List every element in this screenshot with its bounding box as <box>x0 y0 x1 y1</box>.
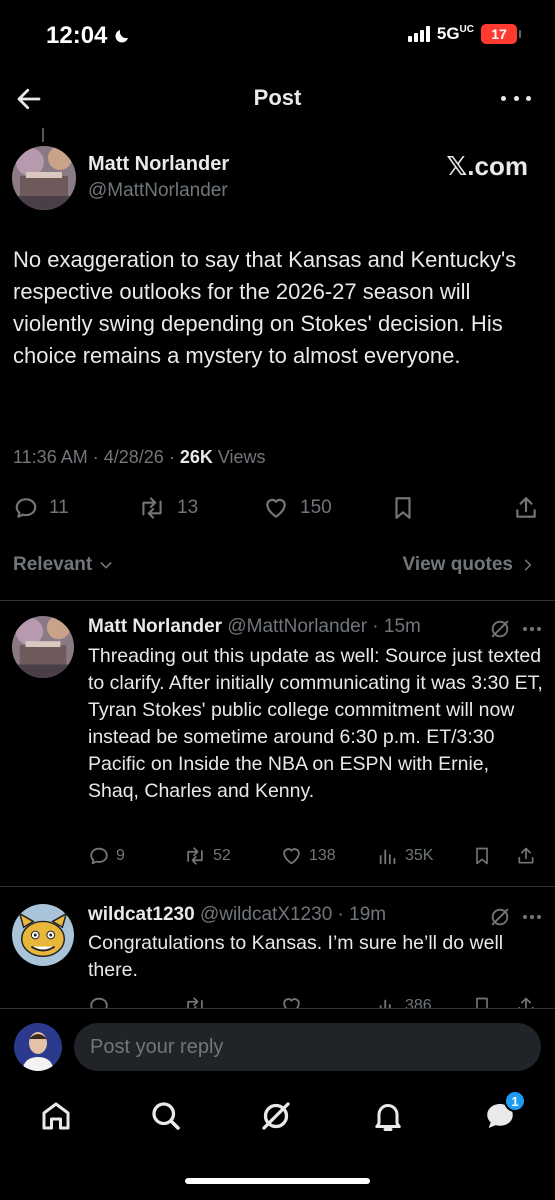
analytics-icon <box>379 849 396 865</box>
view-count: 26K <box>179 447 213 467</box>
repost-button[interactable]: 52 <box>183 845 231 867</box>
like-button[interactable]: 150 <box>262 495 332 521</box>
grok-icon <box>262 1102 290 1130</box>
author-name[interactable]: Matt Norlander <box>88 153 229 176</box>
battery-level: 17 <box>491 26 507 42</box>
battery-icon: 17 <box>481 24 521 44</box>
bookmark-button[interactable] <box>472 845 492 867</box>
bookmark-button[interactable] <box>390 494 416 522</box>
nav-grok[interactable] <box>258 1098 294 1134</box>
reply-icon <box>15 498 37 518</box>
nav-home[interactable] <box>38 1098 74 1134</box>
share-button[interactable] <box>513 494 539 522</box>
views-button[interactable]: 35K <box>377 845 433 867</box>
divider <box>0 600 555 601</box>
reply-input[interactable] <box>74 1023 541 1071</box>
avatar-image <box>12 146 76 210</box>
status-indicators: 5GUC 17 <box>407 24 521 44</box>
post-time[interactable]: 11:36 AM <box>13 447 88 467</box>
avatar-image <box>14 1023 62 1071</box>
repost-button[interactable]: 13 <box>137 495 198 521</box>
reply-more-button[interactable] <box>523 915 541 919</box>
source-label: 𝕏.com <box>446 151 528 181</box>
reply-actions: 9 52 138 35K <box>0 843 555 869</box>
reply-header-icons <box>489 618 541 640</box>
wildcat-avatar-image <box>12 904 74 966</box>
signal-icon <box>407 26 430 42</box>
bookmark-icon <box>395 497 411 519</box>
like-button[interactable]: 138 <box>280 845 336 867</box>
view-quotes-label: View quotes <box>402 554 513 575</box>
nav-search[interactable] <box>148 1098 184 1134</box>
reply-button[interactable]: 11 <box>13 495 69 521</box>
reply-button[interactable]: 9 <box>88 845 125 867</box>
bell-icon <box>375 1104 401 1131</box>
status-bar: 12:04 5GUC 17 <box>0 0 555 72</box>
reply-author-name[interactable]: wildcat1230 <box>88 904 195 925</box>
share-button[interactable] <box>516 845 536 867</box>
repost-icon <box>187 847 203 865</box>
home-icon <box>42 1102 70 1130</box>
reply-age: 15m <box>383 616 421 637</box>
moon-icon <box>115 30 129 43</box>
reply-count: 11 <box>49 497 69 518</box>
grok-icon[interactable] <box>489 906 511 928</box>
view-quotes-link[interactable]: View quotes <box>402 554 535 576</box>
divider <box>0 886 555 887</box>
post-actions: 11 13 150 <box>0 492 555 524</box>
reply-text: Threading out this update as well: Sourc… <box>88 645 543 802</box>
heart-icon <box>266 498 286 518</box>
reply-author-avatar[interactable] <box>12 904 74 966</box>
network-label: 5GUC <box>436 24 474 43</box>
like-count: 138 <box>309 847 336 864</box>
like-count: 150 <box>300 497 332 518</box>
reply-composer <box>0 1008 555 1088</box>
reply-author-handle[interactable]: @MattNorlander <box>227 616 367 637</box>
reply-count: 9 <box>116 847 125 864</box>
reply-age: 19m <box>349 904 387 925</box>
repost-count: 13 <box>177 497 199 518</box>
sort-label: Relevant <box>13 554 93 575</box>
status-time: 12:04 <box>46 22 131 50</box>
post-date[interactable]: 4/28/26 <box>104 447 164 467</box>
grok-icon[interactable] <box>489 618 511 640</box>
reply-author-avatar[interactable] <box>12 616 74 678</box>
clock-text: 12:04 <box>46 22 108 49</box>
reply-header: Matt Norlander @MattNorlander · 15m <box>88 616 421 637</box>
reply-author-name[interactable]: Matt Norlander <box>88 616 222 637</box>
sort-dropdown[interactable]: Relevant <box>13 554 114 576</box>
nav-notifications[interactable] <box>370 1098 406 1134</box>
reply-more-button[interactable] <box>523 627 541 631</box>
repost-icon <box>142 497 162 519</box>
reply-text: Congratulations to Kansas. I’m sure he’l… <box>88 932 504 981</box>
bottom-nav: 1 <box>0 1088 555 1148</box>
thread-line <box>42 128 44 142</box>
nav-messages[interactable]: 1 <box>482 1090 526 1134</box>
view-count: 35K <box>405 847 434 864</box>
chevron-right-icon <box>524 559 532 571</box>
views-label: Views <box>217 447 266 467</box>
bookmark-icon <box>476 847 488 865</box>
messages-badge: 1 <box>504 1090 526 1112</box>
post-meta: 11:36 AM · 4/28/26 · 26K Views <box>13 447 266 467</box>
reply-author-handle[interactable]: @wildcatX1230 <box>200 904 332 925</box>
search-icon <box>152 1102 180 1130</box>
top-header: Post <box>0 72 555 126</box>
home-indicator <box>185 1178 370 1184</box>
repost-count: 52 <box>213 847 231 864</box>
reply-header-icons <box>489 906 541 928</box>
share-icon <box>518 847 534 864</box>
chevron-down-icon <box>100 562 112 569</box>
reply-header: wildcat1230 @wildcatX1230 · 19m <box>88 904 387 925</box>
reply-icon <box>90 847 108 865</box>
heart-icon <box>283 848 300 865</box>
page-title: Post <box>253 85 302 110</box>
avatar-image <box>12 616 74 678</box>
my-avatar[interactable] <box>14 1023 62 1071</box>
post-text: No exaggeration to say that Kansas and K… <box>13 247 517 368</box>
share-icon <box>516 497 536 518</box>
author-avatar[interactable] <box>12 146 76 210</box>
author-handle[interactable]: @MattNorlander <box>88 180 228 202</box>
more-options-button[interactable] <box>501 86 531 110</box>
